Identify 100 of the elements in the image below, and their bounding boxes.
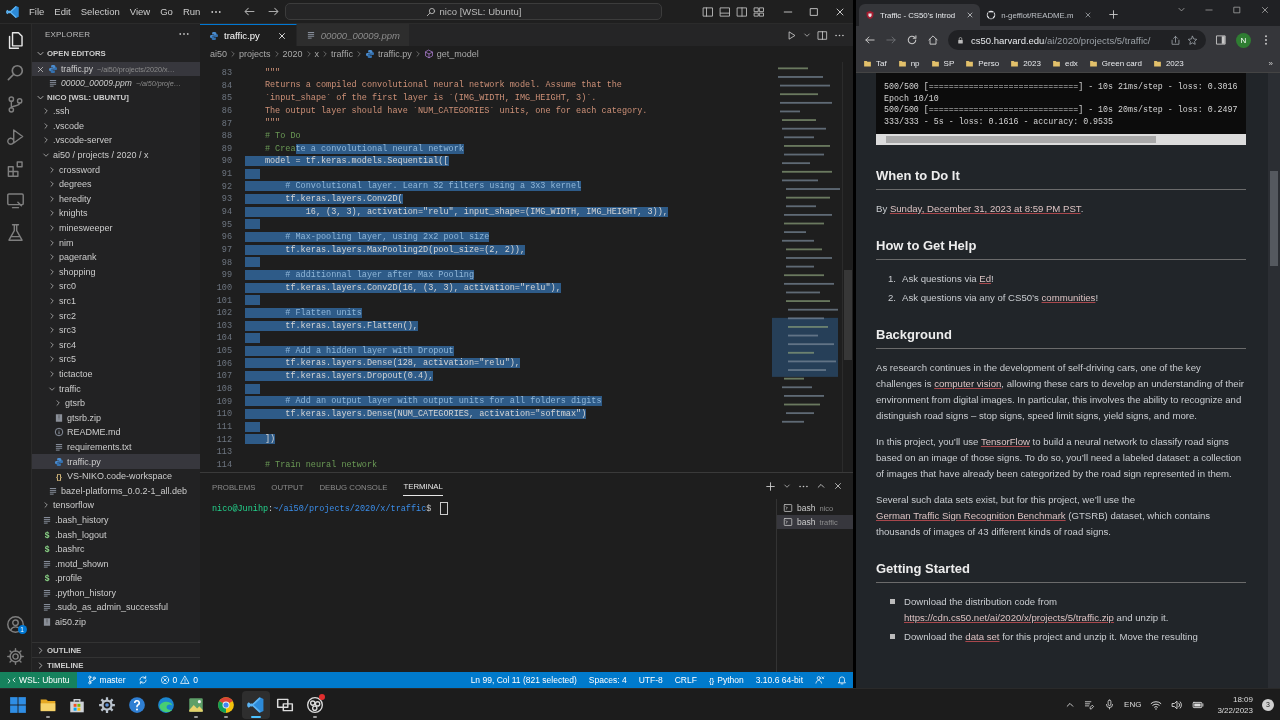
close-icon[interactable] xyxy=(1084,11,1093,19)
scrollbar[interactable] xyxy=(842,62,853,472)
bookmark[interactable]: Perso xyxy=(965,58,1000,68)
tree-item[interactable]: $ .profile xyxy=(32,571,200,586)
branch-indicator[interactable]: master xyxy=(80,672,132,688)
close-icon[interactable] xyxy=(276,30,287,41)
extensions-icon[interactable] xyxy=(6,158,25,178)
share-icon[interactable] xyxy=(1170,34,1181,46)
source-control-icon[interactable] xyxy=(6,94,25,114)
breadcrumb-item[interactable]: x xyxy=(314,49,320,59)
tree-item[interactable]: nim xyxy=(32,235,200,250)
split-layout-icon[interactable] xyxy=(736,5,748,18)
tree-item[interactable]: .python_history xyxy=(32,585,200,601)
address-bar[interactable]: cs50.harvard.edu/ai/2020/projects/5/traffic/ xyxy=(948,30,1206,50)
link[interactable]: TensorFlow xyxy=(980,435,1030,447)
tree-item[interactable]: src4 xyxy=(32,337,200,353)
close-icon[interactable] xyxy=(1260,5,1270,15)
menu-item[interactable]: Run xyxy=(177,4,206,19)
more-bookmarks[interactable]: » xyxy=(1268,58,1273,68)
tree-item[interactable]: ai50.zip xyxy=(32,614,200,630)
tree-item[interactable]: ai50 / projects / 2020 / x xyxy=(32,147,200,163)
tree-item[interactable]: src5 xyxy=(32,352,200,367)
side-panel-icon[interactable] xyxy=(1215,34,1227,46)
tree-item[interactable]: tictactoe xyxy=(32,366,200,382)
bookmark[interactable]: 2023 xyxy=(1010,58,1041,68)
link[interactable]: German Traffic Sign Recognition Benchmark xyxy=(876,509,1066,521)
tree-item[interactable]: .vscode xyxy=(32,118,200,134)
grid-layout-icon[interactable] xyxy=(753,5,765,18)
bell-icon[interactable] xyxy=(837,675,847,685)
run-icon[interactable] xyxy=(786,29,797,41)
bookmark[interactable]: Taf xyxy=(863,58,887,68)
settings-icon[interactable] xyxy=(6,646,25,666)
microphone-icon[interactable] xyxy=(1104,699,1116,710)
status-item[interactable]: Spaces: 4 xyxy=(582,672,633,688)
tree-item[interactable]: .bash_history xyxy=(32,512,200,528)
bookmark[interactable]: Green card xyxy=(1088,58,1142,68)
menu-item[interactable]: Go xyxy=(155,4,178,19)
status-item[interactable]: Ln 99, Col 11 (821 selected) xyxy=(464,672,583,688)
chevron-up-icon[interactable] xyxy=(816,481,826,491)
tree-item[interactable]: degrees xyxy=(32,176,200,192)
scrollbar[interactable] xyxy=(1268,73,1280,688)
bookmark[interactable]: SP xyxy=(930,58,955,68)
feedback-icon[interactable] xyxy=(815,675,825,685)
tree-item[interactable]: src0 xyxy=(32,279,200,294)
status-item[interactable]: 3.10.6 64-bit xyxy=(749,672,809,688)
tree-item[interactable]: .ssh xyxy=(32,104,200,119)
account-icon[interactable] xyxy=(6,614,25,634)
speaker-icon[interactable] xyxy=(1171,698,1184,711)
status-item[interactable]: UTF-8 xyxy=(632,672,669,688)
language-indicator[interactable]: ENG xyxy=(1124,700,1142,709)
taskbar-button[interactable] xyxy=(241,690,270,719)
reload-icon[interactable] xyxy=(906,34,918,46)
new-tab-icon[interactable] xyxy=(1108,9,1120,20)
tree-item[interactable]: knights xyxy=(32,206,200,221)
files-icon[interactable] xyxy=(6,30,25,50)
breadcrumb-item[interactable]: 2020 xyxy=(282,49,303,59)
breadcrumb-item[interactable]: projects xyxy=(239,49,271,59)
back-arrow-icon[interactable] xyxy=(864,34,876,46)
close-icon[interactable] xyxy=(36,64,45,74)
sync-icon[interactable] xyxy=(137,675,148,685)
search-icon[interactable] xyxy=(6,62,25,82)
close-icon[interactable] xyxy=(966,11,975,19)
tree-item[interactable]: traffic xyxy=(32,381,200,396)
sidebar-layout-icon[interactable] xyxy=(702,5,714,18)
panel-layout-icon[interactable] xyxy=(719,5,731,18)
status-item[interactable]: {} Python xyxy=(702,672,750,688)
chevron-icon[interactable] xyxy=(1177,5,1186,14)
plus-icon[interactable] xyxy=(765,480,776,492)
problems-indicator[interactable]: 0 0 xyxy=(153,672,204,688)
tree-item[interactable]: .vscode-server xyxy=(32,133,200,148)
maximize-icon[interactable] xyxy=(1232,5,1242,15)
breadcrumb-item[interactable]: traffic xyxy=(331,49,353,59)
tree-item[interactable]: bazel-platforms_0.0.2-1_all.deb xyxy=(32,483,200,499)
breadcrumb-item[interactable]: traffic.py xyxy=(364,49,412,59)
scrollbar[interactable] xyxy=(876,133,1246,145)
tree-item[interactable]: crossword xyxy=(32,162,200,177)
tree-item[interactable]: src2 xyxy=(32,308,200,323)
star-icon[interactable] xyxy=(1187,34,1198,46)
tree-item[interactable]: README.md xyxy=(32,425,200,440)
forward-arrow-icon[interactable] xyxy=(267,5,280,18)
bookmark[interactable]: 2023 xyxy=(1152,58,1184,68)
remote-explorer-icon[interactable] xyxy=(6,190,25,210)
tree-item[interactable]: .motd_shown xyxy=(32,556,200,571)
menu-item[interactable]: View xyxy=(124,4,156,19)
editor-tab[interactable]: 00000_00009.ppm xyxy=(296,24,410,46)
chevron-icon[interactable] xyxy=(783,482,791,490)
menu-item[interactable]: File xyxy=(24,4,50,19)
breadcrumb-item[interactable]: ai50 xyxy=(210,49,227,59)
back-arrow-icon[interactable] xyxy=(243,5,256,18)
link[interactable]: https://cdn.cs50.net/ai/2020/x/projects/5/traffic.zip xyxy=(904,611,1114,623)
tree-item[interactable]: .sudo_as_admin_successful xyxy=(32,600,200,615)
command-center[interactable]: nico [WSL: Ubuntu] xyxy=(285,3,662,20)
tree-item[interactable]: $ .bashrc xyxy=(32,541,200,557)
tree-item[interactable]: requirements.txt xyxy=(32,439,200,455)
wifi-icon[interactable] xyxy=(1150,698,1163,711)
tree-item[interactable]: heredity xyxy=(32,191,200,207)
close-icon[interactable] xyxy=(833,481,843,491)
menu-item[interactable]: Edit xyxy=(49,4,76,19)
status-item[interactable]: CRLF xyxy=(668,672,703,688)
tree-item[interactable]: $ .bash_logout xyxy=(32,527,200,542)
